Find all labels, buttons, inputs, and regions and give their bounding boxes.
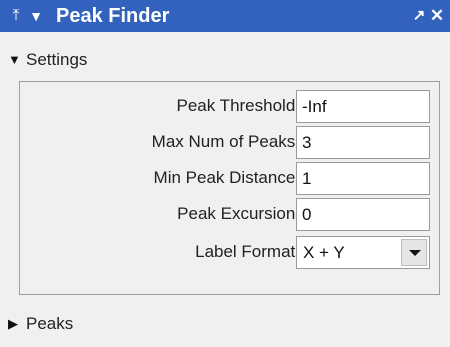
max-num-peaks-input[interactable]: [296, 126, 430, 159]
panel-title: Peak Finder: [56, 5, 170, 27]
peak-threshold-label: Peak Threshold:: [176, 96, 300, 115]
min-peak-distance-input[interactable]: [296, 162, 430, 195]
peak-threshold-row: Peak Threshold:: [20, 88, 441, 124]
label-format-row: Label Format: X + Y: [20, 234, 441, 270]
title-bar: ⤒ ▼ Peak Finder ↗ ✕: [0, 0, 450, 32]
min-peak-distance-row: Min Peak Distance:: [20, 160, 441, 196]
peak-excursion-row: Peak Excursion:: [20, 196, 441, 232]
pin-icon[interactable]: ⤒: [8, 0, 24, 32]
collapsed-triangle-icon: ▶: [8, 316, 18, 331]
max-num-peaks-row: Max Num of Peaks:: [20, 124, 441, 160]
label-format-value: X + Y: [303, 243, 345, 262]
peaks-section-header[interactable]: ▶ Peaks: [0, 310, 450, 338]
chevron-down-icon: [409, 250, 421, 256]
peak-excursion-label: Peak Excursion:: [177, 204, 300, 223]
expanded-triangle-icon: ▼: [8, 52, 21, 67]
peaks-section-label: Peaks: [26, 314, 74, 333]
settings-group: Peak Threshold: Max Num of Peaks: Min Pe…: [19, 81, 440, 295]
peak-finder-panel: ⤒ ▼ Peak Finder ↗ ✕ ▼ Settings Peak Thre…: [0, 0, 450, 347]
min-peak-distance-label: Min Peak Distance:: [153, 168, 300, 187]
peak-threshold-input[interactable]: [296, 90, 430, 123]
dropdown-button[interactable]: [401, 239, 427, 266]
peak-excursion-input[interactable]: [296, 198, 430, 231]
label-format-label: Label Format:: [195, 242, 300, 261]
settings-section-header[interactable]: ▼ Settings: [0, 46, 450, 74]
panel-menu-icon[interactable]: ▼: [28, 0, 44, 32]
max-num-peaks-label: Max Num of Peaks:: [151, 132, 300, 151]
undock-icon[interactable]: ↗: [411, 0, 427, 32]
label-format-dropdown[interactable]: X + Y: [296, 236, 430, 269]
settings-section-label: Settings: [26, 50, 88, 69]
close-icon[interactable]: ✕: [428, 0, 446, 32]
